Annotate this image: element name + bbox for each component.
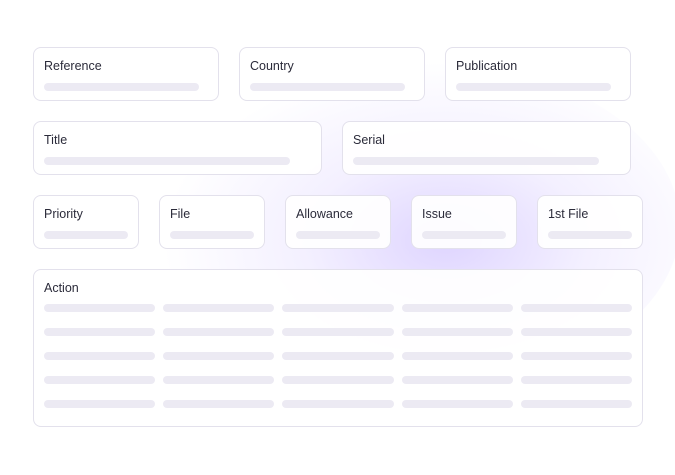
table-row: [44, 352, 633, 360]
title-field[interactable]: Title: [33, 121, 322, 175]
table-cell-placeholder: [401, 376, 513, 384]
publication-placeholder: [456, 83, 611, 91]
action-label: Action: [44, 281, 79, 295]
file-label: File: [170, 207, 191, 221]
table-cell-placeholder: [163, 376, 275, 384]
table-cell-placeholder: [520, 304, 633, 312]
table-row: [44, 400, 633, 408]
allowance-label: Allowance: [296, 207, 353, 221]
issue-label: Issue: [422, 207, 452, 221]
country-label: Country: [250, 59, 294, 73]
first-file-label: 1st File: [548, 207, 589, 221]
country-placeholder: [250, 83, 405, 91]
table-cell-placeholder: [401, 400, 513, 408]
table-row: [44, 304, 633, 312]
table-cell-placeholder: [44, 352, 156, 360]
table-row: [44, 328, 633, 336]
table-cell-placeholder: [44, 328, 156, 336]
allowance-placeholder: [296, 231, 380, 239]
table-cell-placeholder: [282, 328, 394, 336]
country-field[interactable]: Country: [239, 47, 425, 101]
title-label: Title: [44, 133, 68, 147]
priority-field[interactable]: Priority: [33, 195, 139, 249]
action-panel[interactable]: Action: [33, 269, 643, 427]
table-cell-placeholder: [163, 328, 275, 336]
issue-field[interactable]: Issue: [411, 195, 517, 249]
reference-field[interactable]: Reference: [33, 47, 219, 101]
action-table: [44, 304, 633, 424]
table-cell-placeholder: [282, 304, 394, 312]
priority-label: Priority: [44, 207, 83, 221]
serial-label: Serial: [353, 133, 385, 147]
table-cell-placeholder: [520, 328, 633, 336]
table-cell-placeholder: [401, 304, 513, 312]
table-row: [44, 376, 633, 384]
table-cell-placeholder: [520, 400, 633, 408]
table-cell-placeholder: [163, 304, 275, 312]
table-cell-placeholder: [44, 304, 156, 312]
table-cell-placeholder: [282, 400, 394, 408]
table-cell-placeholder: [44, 400, 156, 408]
file-placeholder: [170, 231, 254, 239]
issue-placeholder: [422, 231, 506, 239]
table-cell-placeholder: [282, 352, 394, 360]
table-cell-placeholder: [401, 328, 513, 336]
publication-field[interactable]: Publication: [445, 47, 631, 101]
priority-placeholder: [44, 231, 128, 239]
table-cell-placeholder: [520, 376, 633, 384]
table-cell-placeholder: [520, 352, 633, 360]
reference-placeholder: [44, 83, 199, 91]
table-cell-placeholder: [163, 352, 275, 360]
table-cell-placeholder: [401, 352, 513, 360]
first-file-placeholder: [548, 231, 632, 239]
title-placeholder: [44, 157, 290, 165]
file-field[interactable]: File: [159, 195, 265, 249]
publication-label: Publication: [456, 59, 518, 73]
serial-field[interactable]: Serial: [342, 121, 631, 175]
allowance-field[interactable]: Allowance: [285, 195, 391, 249]
first-file-field[interactable]: 1st File: [537, 195, 643, 249]
table-cell-placeholder: [163, 400, 275, 408]
table-cell-placeholder: [44, 376, 156, 384]
serial-placeholder: [353, 157, 599, 165]
table-cell-placeholder: [282, 376, 394, 384]
reference-label: Reference: [44, 59, 102, 73]
